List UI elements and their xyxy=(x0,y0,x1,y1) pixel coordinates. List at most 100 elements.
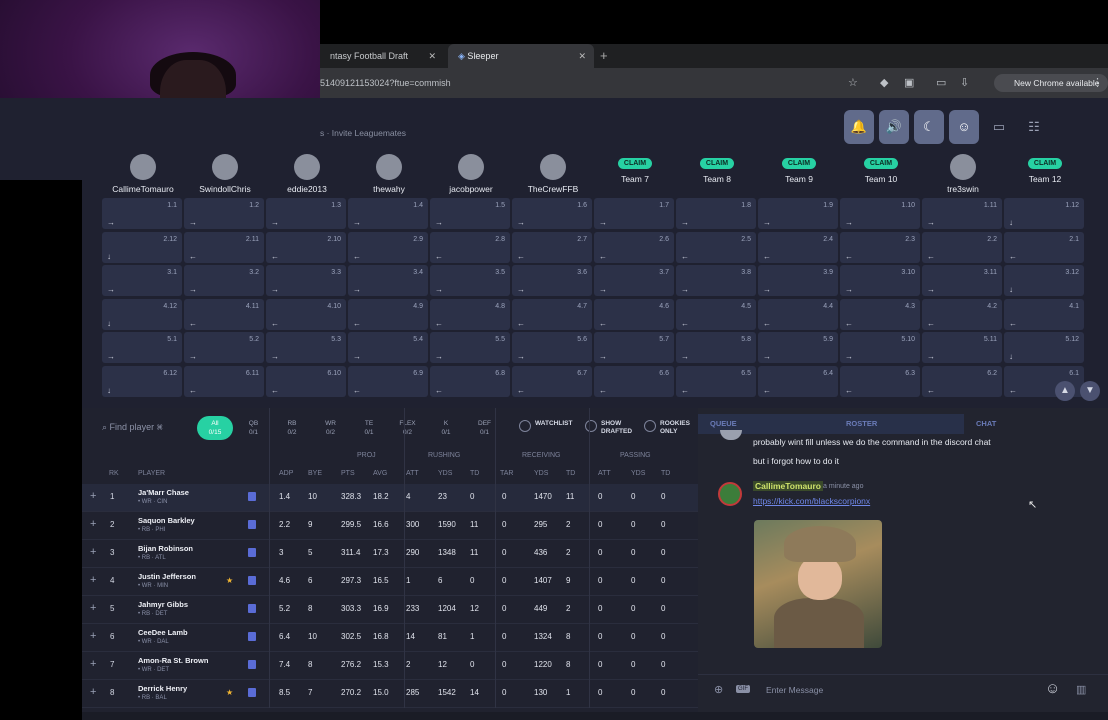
table-row[interactable]: +4 Justin Jefferson • WR · MIN ★ 4.6 6 297.3 16… xyxy=(82,568,698,596)
table-row[interactable]: +5 Jahmyr Gibbs • RB · DET 5.2 8 303.3 16.9 233… xyxy=(82,596,698,624)
watchlist-toggle[interactable]: WATCHLIST xyxy=(519,420,572,432)
draft-cell[interactable]: 4.11 ← xyxy=(184,298,264,330)
draft-cell[interactable]: 2.2 ← xyxy=(922,231,1002,263)
position-filter-def[interactable]: DEF 0/1 xyxy=(467,416,503,440)
add-to-queue-icon[interactable]: + xyxy=(90,686,96,698)
player-name[interactable]: Derrick Henry xyxy=(138,684,187,693)
news-icon[interactable] xyxy=(248,576,256,585)
team-header[interactable]: CLAIM Team 12 xyxy=(1004,152,1086,196)
draft-cell[interactable]: 3.3 → xyxy=(266,265,346,296)
team-header[interactable]: jacobpower xyxy=(430,154,512,207)
trash-icon[interactable]: ▥ xyxy=(1076,683,1086,696)
draft-cell[interactable]: 5.10 → xyxy=(840,332,920,363)
position-filter-k[interactable]: K 0/1 xyxy=(428,416,464,440)
emoji-icon[interactable]: ☺ xyxy=(1045,680,1060,697)
draft-cell[interactable]: 1.12 ↓ xyxy=(1004,198,1084,229)
draft-cell[interactable]: 3.2 → xyxy=(184,265,264,296)
add-to-queue-icon[interactable]: + xyxy=(90,546,96,558)
draft-cell[interactable]: 2.7 ← xyxy=(512,231,592,263)
draft-cell[interactable]: 5.11 → xyxy=(922,332,1002,363)
draft-cell[interactable]: 3.11 → xyxy=(922,265,1002,296)
draft-cell[interactable]: 4.4 ← xyxy=(758,298,838,330)
draft-cell[interactable]: 3.9 → xyxy=(758,265,838,296)
news-icon[interactable] xyxy=(248,492,256,501)
add-to-queue-icon[interactable]: + xyxy=(90,602,96,614)
draft-cell[interactable]: 6.10 ← xyxy=(266,365,346,397)
claim-button[interactable]: CLAIM xyxy=(863,158,899,169)
claim-button[interactable]: CLAIM xyxy=(617,158,653,169)
draft-cell[interactable]: 5.1 → xyxy=(102,332,182,363)
draft-cell[interactable]: 5.6 → xyxy=(512,332,592,363)
draft-cell[interactable]: 2.1 ← xyxy=(1004,231,1084,263)
draft-cell[interactable]: 4.12 ↓ xyxy=(102,298,182,330)
download-icon[interactable]: ⇩ xyxy=(960,76,969,89)
draft-cell[interactable]: 4.2 ← xyxy=(922,298,1002,330)
team-header[interactable]: thewahy xyxy=(348,154,430,198)
draft-cell[interactable]: 4.5 ← xyxy=(676,298,756,330)
draft-cell[interactable]: 6.7 ← xyxy=(512,365,592,397)
add-to-queue-icon[interactable]: + xyxy=(90,658,96,670)
draft-cell[interactable]: 6.11 ← xyxy=(184,365,264,397)
draft-cell[interactable]: 5.8 → xyxy=(676,332,756,363)
draft-cell[interactable]: 1.6 → xyxy=(512,198,592,229)
player-name[interactable]: Justin Jefferson xyxy=(138,572,196,581)
draft-cell[interactable]: 6.8 ← xyxy=(430,365,510,397)
message-input[interactable]: Enter Message xyxy=(758,679,1054,701)
draft-cell[interactable]: 4.6 ← xyxy=(594,298,674,330)
chat-author[interactable]: CallimeTomauro xyxy=(753,481,823,491)
add-to-queue-icon[interactable]: + xyxy=(90,630,96,642)
team-header[interactable]: TheCrewFFB xyxy=(512,154,594,207)
news-icon[interactable] xyxy=(248,632,256,641)
add-to-queue-icon[interactable]: + xyxy=(90,574,96,586)
position-filter-flex[interactable]: FLEX 0/2 xyxy=(390,416,426,440)
gif-icon[interactable]: GIF xyxy=(736,685,750,693)
draft-cell[interactable]: 6.9 ← xyxy=(348,365,428,397)
draft-cell[interactable]: 2.12 ↓ xyxy=(102,231,182,263)
rookies-only-toggle[interactable]: ROOKIES ONLY xyxy=(644,420,694,436)
team-header[interactable]: tre3swin xyxy=(922,154,1004,207)
player-name[interactable]: Ja'Marr Chase xyxy=(138,488,189,497)
draft-cell[interactable]: 3.7 → xyxy=(594,265,674,296)
emoji-icon[interactable]: ☺ xyxy=(949,110,979,144)
draft-cell[interactable]: 3.5 → xyxy=(430,265,510,296)
add-to-queue-icon[interactable]: + xyxy=(90,518,96,530)
extension-icon[interactable]: ◆ xyxy=(880,76,888,89)
draft-cell[interactable]: 3.1 → xyxy=(102,265,182,296)
draft-cell[interactable]: 4.9 ← xyxy=(348,298,428,330)
search-input[interactable]: ⌕ Find player ⌘ xyxy=(102,422,163,433)
draft-cell[interactable]: 2.9 ← xyxy=(348,231,428,263)
draft-cell[interactable]: 6.6 ← xyxy=(594,365,674,397)
draft-cell[interactable]: 1.1 → xyxy=(102,198,182,229)
show-drafted-toggle[interactable]: SHOW DRAFTED xyxy=(585,420,641,436)
add-icon[interactable]: ⊕ xyxy=(714,683,723,696)
draft-cell[interactable]: 5.3 → xyxy=(266,332,346,363)
draft-cell[interactable]: 3.8 → xyxy=(676,265,756,296)
draft-cell[interactable]: 2.3 ← xyxy=(840,231,920,263)
sound-icon[interactable]: 🔊 xyxy=(879,110,909,144)
news-icon[interactable] xyxy=(248,660,256,669)
claim-button[interactable]: CLAIM xyxy=(1027,158,1063,169)
team-header[interactable]: CLAIM Team 8 xyxy=(676,152,758,196)
player-name[interactable]: Saquon Barkley xyxy=(138,516,195,525)
news-icon[interactable] xyxy=(248,604,256,613)
cast-icon[interactable]: ▭ xyxy=(936,76,946,89)
draft-cell[interactable]: 5.9 → xyxy=(758,332,838,363)
close-icon[interactable]: ✕ xyxy=(578,44,586,68)
team-header[interactable]: CallimeTomauro xyxy=(102,154,184,207)
table-row[interactable]: +3 Bijan Robinson • RB · ATL 3 5 311.4 17.3 290… xyxy=(82,540,698,568)
star-icon[interactable]: ★ xyxy=(226,576,233,585)
team-header[interactable]: SwindollChris xyxy=(184,154,266,207)
position-filter-wr[interactable]: WR 0/2 xyxy=(313,416,349,440)
bookmark-star-icon[interactable]: ☆ xyxy=(848,76,858,89)
team-header[interactable]: CLAIM Team 10 xyxy=(840,152,922,196)
player-name[interactable]: Amon-Ra St. Brown xyxy=(138,656,208,665)
draft-cell[interactable]: 6.12 ↓ xyxy=(102,365,182,397)
player-name[interactable]: CeeDee Lamb xyxy=(138,628,188,637)
draft-cell[interactable]: 6.4 ← xyxy=(758,365,838,397)
draft-cell[interactable]: 3.4 → xyxy=(348,265,428,296)
news-icon[interactable] xyxy=(248,520,256,529)
player-name[interactable]: Bijan Robinson xyxy=(138,544,193,553)
new-tab-icon[interactable]: + xyxy=(600,44,608,68)
draft-cell[interactable]: 6.3 ← xyxy=(840,365,920,397)
tab-draft-cheat[interactable]: ntasy Football Draft Cheat✕ xyxy=(320,44,444,85)
